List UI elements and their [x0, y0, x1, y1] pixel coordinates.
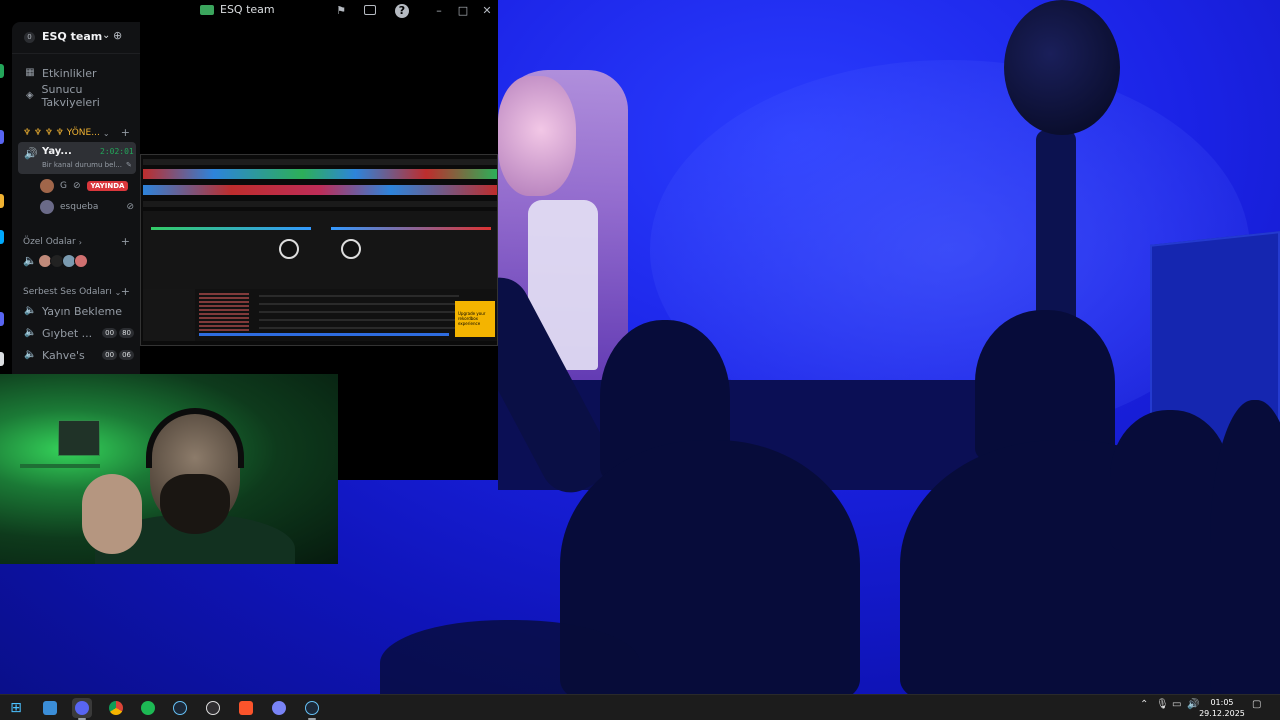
taskbar: ⊞ ⌃ 🎙 ▭ 🔊 01:05 29.12.2025 ▢ — [0, 694, 1280, 720]
clock[interactable]: 01:05 29.12.2025 — [1198, 697, 1246, 719]
help-icon[interactable]: ? — [395, 4, 409, 18]
desktop: ESQ team ⚑ ? – □ ✕ 0 ESQ team ⌄ ⊕ ▦ Etki… — [0, 0, 1280, 720]
channel-status: Bir kanal durumu bel... — [42, 161, 123, 169]
category-free-voice[interactable]: Serbest Ses Odaları ⌄ + — [12, 285, 140, 299]
network-icon[interactable]: ▭ — [1172, 699, 1181, 710]
chevron-up-icon[interactable]: ⌃ — [1140, 699, 1148, 710]
speaker-icon: 🔈 — [24, 349, 37, 360]
title-bar: ESQ team ⚑ ? – □ ✕ — [0, 0, 498, 22]
microphone-icon[interactable]: 🎙 — [1156, 699, 1169, 710]
chevron-right-icon: › — [78, 237, 82, 247]
windows-start-icon[interactable]: ⊞ — [6, 698, 26, 718]
server-name: ESQ team — [42, 30, 103, 43]
dj-toolbar — [143, 159, 497, 165]
speaker-icon: 🔈 — [24, 305, 37, 316]
user-limit-counter: 00 06 — [102, 350, 134, 360]
speaker-icon: 🔈 — [23, 254, 37, 267]
voice-member[interactable]: esqueba ⊘ — [40, 198, 140, 216]
server-header[interactable]: 0 ESQ team ⌄ ⊕ — [12, 22, 140, 54]
close-icon[interactable]: ✕ — [480, 4, 494, 18]
channel-sidebar: 0 ESQ team ⌄ ⊕ ▦ Etkinlikler ◈ Sunucu Ta… — [12, 22, 140, 374]
add-channel-icon[interactable]: + — [121, 235, 130, 248]
speaker-icon: 🔈 — [24, 327, 37, 338]
steam-alt-icon[interactable] — [302, 698, 322, 720]
server-rail — [0, 22, 12, 372]
avatar — [40, 179, 54, 193]
screen-share-stream[interactable]: Upgrade your rekordbox experience — [140, 154, 498, 346]
voice-channel-name: Yay... — [42, 146, 72, 157]
discord-icon[interactable] — [72, 698, 92, 720]
invite-people-icon[interactable]: ⊕ — [113, 29, 122, 42]
maximize-icon[interactable]: □ — [456, 4, 470, 18]
spotify-icon[interactable] — [138, 698, 158, 718]
jog-wheel — [341, 239, 361, 259]
speaker-icon: 🔊 — [24, 147, 38, 160]
active-voice-channel[interactable]: 🔊 Yay... 2:02:01 Bir kanal durumu bel...… — [18, 142, 136, 174]
jog-wheel — [279, 239, 299, 259]
events-item[interactable]: ▦ Etkinlikler — [12, 63, 140, 83]
boosts-item[interactable]: ◈ Sunucu Takviyeleri — [12, 83, 140, 109]
voice-channel[interactable]: 🔈 Yayın Bekleme — [12, 301, 140, 321]
edit-pencil-icon[interactable]: ✎ — [126, 161, 132, 169]
notification-icon[interactable]: ▢ — [1252, 699, 1261, 710]
window-title: ESQ team — [200, 3, 275, 16]
headset — [146, 408, 244, 468]
voice-channel[interactable]: 🔈 Gıybet ... 00 80 — [12, 323, 140, 343]
stage-light — [1004, 0, 1120, 135]
voice-timer: 2:02:01 — [100, 147, 134, 156]
upgrade-promo[interactable]: Upgrade your rekordbox experience — [455, 301, 495, 337]
discord-logo-icon — [200, 4, 214, 15]
screen-share-icon[interactable] — [364, 5, 376, 15]
waveform — [143, 185, 497, 195]
minimize-icon[interactable]: – — [432, 4, 446, 18]
avatar — [40, 200, 54, 214]
discord-alt-icon[interactable] — [269, 698, 289, 718]
waveform — [143, 169, 497, 179]
chevron-down-icon[interactable]: ⌄ — [102, 30, 110, 41]
dj-head — [498, 76, 576, 196]
brave-icon[interactable] — [236, 698, 256, 718]
add-channel-icon[interactable]: + — [121, 285, 130, 298]
calendar-icon: ▦ — [25, 67, 35, 78]
light-pole — [1036, 130, 1076, 330]
track-library — [143, 289, 497, 341]
file-explorer-icon[interactable] — [40, 698, 60, 718]
muted-icon: ⊘ — [72, 181, 81, 191]
crowd-body — [380, 620, 640, 694]
voice-channel[interactable]: 🔈 Kahve's 00 06 — [12, 345, 140, 365]
crowd-head — [975, 310, 1115, 460]
deafened-icon: ⊘ — [126, 202, 134, 212]
private-room-avatars[interactable] — [38, 254, 88, 268]
flag-icon[interactable]: ⚑ — [334, 4, 348, 18]
server-badge: 0 — [24, 32, 35, 43]
chevron-down-icon: ⌄ — [102, 128, 110, 138]
category-private[interactable]: Özel Odalar › + — [12, 235, 140, 249]
category-admin[interactable]: ♆ ♆ ♆ ♆ YÖNE... ⌄ + — [12, 126, 140, 140]
live-badge: YAYINDA — [86, 181, 129, 191]
steam-icon[interactable] — [170, 698, 190, 718]
person-hand — [82, 474, 142, 554]
obs-icon[interactable] — [203, 698, 223, 718]
avatar — [74, 254, 88, 268]
webcam-overlay — [0, 374, 338, 564]
boost-icon: ◈ — [25, 90, 34, 101]
user-limit-counter: 00 80 — [102, 328, 134, 338]
add-channel-icon[interactable]: + — [121, 126, 130, 139]
chrome-icon[interactable] — [106, 698, 126, 718]
voice-member[interactable]: G ⊘ YAYINDA — [40, 177, 140, 195]
